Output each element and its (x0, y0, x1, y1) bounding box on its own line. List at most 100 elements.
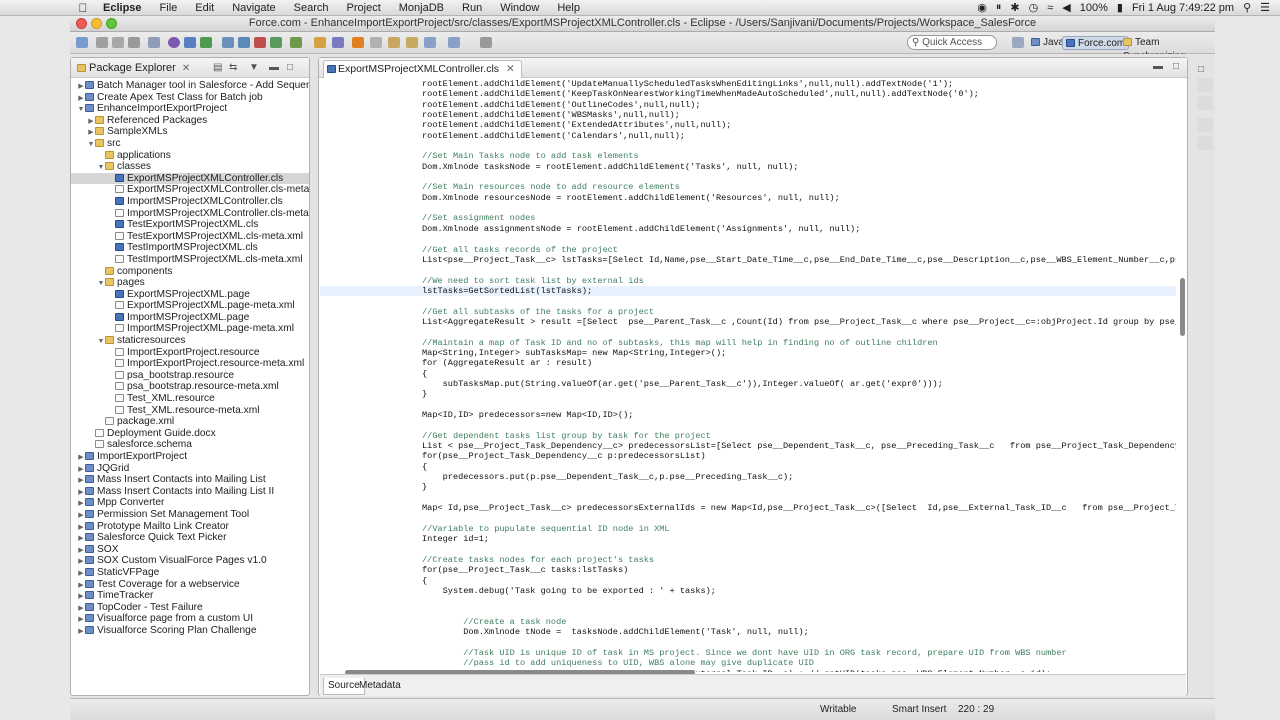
editor-tab-exportmsprojectxmlcontroller[interactable]: ExportMSProjectXMLController.cls ✕ (323, 60, 522, 78)
tree-item[interactable]: ▶ Referenced Packages (71, 115, 309, 127)
menu-search[interactable]: Search (285, 0, 338, 16)
code-line[interactable]: //Create a task node (320, 617, 1176, 627)
battery-percent[interactable]: 100% (1080, 2, 1108, 14)
twisty-expanded-icon[interactable]: ▼ (97, 278, 105, 289)
twisty-collapsed-icon[interactable]: ▶ (77, 93, 85, 104)
tree-item[interactable]: ExportMSProjectXMLController.cls (71, 172, 309, 185)
tree-item[interactable]: Test_XML.resource (71, 393, 309, 405)
tree-item[interactable]: Deployment Guide.docx (71, 428, 309, 440)
notification-center-icon[interactable]: ☰ (1260, 1, 1270, 14)
maximize-editor-icon[interactable]: □ (1173, 61, 1179, 72)
tree-item[interactable]: ▶ JQGrid (71, 463, 309, 475)
tree-item[interactable]: TestExportMSProjectXML.cls-meta.xml (71, 231, 309, 243)
problems-view-icon[interactable] (1197, 118, 1213, 132)
tree-item[interactable]: ▼ staticresources (71, 335, 309, 347)
code-line[interactable]: } (320, 482, 1176, 492)
close-view-icon[interactable]: ✕ (182, 63, 190, 74)
menu-run[interactable]: Run (453, 0, 491, 16)
code-line[interactable]: for(pse__Project_Task__c tasks:lstTasks) (320, 565, 1176, 575)
zoom-window-button[interactable] (106, 18, 117, 29)
tab-metadata[interactable]: Metadata (355, 678, 405, 695)
menu-project[interactable]: Project (338, 0, 390, 16)
twisty-collapsed-icon[interactable]: ▶ (77, 556, 85, 567)
search-icon[interactable] (332, 37, 344, 48)
code-line[interactable] (320, 327, 1176, 337)
code-line[interactable] (320, 544, 1176, 554)
outline-view-icon[interactable] (1197, 78, 1213, 92)
code-line[interactable]: predecessors.put(p.pse__Dependent_Task__… (320, 472, 1176, 482)
twisty-collapsed-icon[interactable]: ▶ (77, 464, 85, 475)
twisty-collapsed-icon[interactable]: ▶ (77, 487, 85, 498)
twisty-collapsed-icon[interactable]: ▶ (77, 545, 85, 556)
twisty-collapsed-icon[interactable]: ▶ (77, 475, 85, 486)
spotlight-icon[interactable]: ⚲ (1243, 1, 1251, 14)
record-icon[interactable]: ◉ (977, 1, 987, 14)
tree-item[interactable]: ▶ Prototype Mailto Link Creator (71, 521, 309, 533)
time-machine-icon[interactable]: ◷ (1029, 1, 1039, 14)
tree-item[interactable]: psa_bootstrap.resource-meta.xml (71, 381, 309, 393)
tree-item[interactable]: ▶ Mass Insert Contacts into Mailing List … (71, 486, 309, 498)
menu-navigate[interactable]: Navigate (223, 0, 284, 16)
code-line[interactable]: Map<String,Integer> subTasksMap= new Map… (320, 348, 1176, 358)
new-apex-class-icon[interactable] (254, 37, 266, 48)
console-view-icon[interactable] (1197, 136, 1213, 150)
code-line[interactable] (320, 400, 1176, 410)
code-line[interactable]: { (320, 576, 1176, 586)
code-line[interactable]: List < pse__Project_Task_Dependency__c> … (320, 441, 1176, 451)
tree-item[interactable]: package.xml (71, 416, 309, 428)
twisty-collapsed-icon[interactable]: ▶ (87, 127, 95, 138)
code-line[interactable]: rootElement.addChildElement('WBSMasks',n… (320, 110, 1176, 120)
tree-item[interactable]: ExportMSProjectXMLController.cls-meta.xm… (71, 184, 309, 196)
menubar-clock[interactable]: Fri 1 Aug 7:49:22 pm (1132, 2, 1234, 14)
task-list-view-icon[interactable] (1197, 96, 1213, 110)
code-line[interactable]: //Set Main Tasks node to add task elemen… (320, 151, 1176, 161)
tree-item[interactable]: ExportMSProjectXML.page-meta.xml (71, 300, 309, 312)
tree-item[interactable]: ▶ Test Coverage for a webservice (71, 579, 309, 591)
open-perspective-icon[interactable] (1012, 37, 1024, 48)
code-line[interactable]: rootElement.addChildElement('OutlineCode… (320, 100, 1176, 110)
code-line[interactable]: Dom.Xmlnode resourcesNode = rootElement.… (320, 193, 1176, 203)
restore-icon[interactable]: □ (1198, 64, 1204, 75)
code-line[interactable]: Dom.Xmlnode tasksNode = rootElement.addC… (320, 162, 1176, 172)
next-annotation-icon[interactable] (388, 37, 400, 48)
code-line[interactable]: rootElement.addChildElement('Calendars',… (320, 131, 1176, 141)
twisty-expanded-icon[interactable]: ▼ (77, 104, 85, 115)
tree-item[interactable]: salesforce.schema (71, 439, 309, 451)
save-all-icon[interactable] (112, 37, 124, 48)
tree-item[interactable]: ▶ StaticVFPage (71, 567, 309, 579)
menu-window[interactable]: Window (491, 0, 548, 16)
twisty-collapsed-icon[interactable]: ▶ (77, 626, 85, 637)
code-line[interactable] (320, 296, 1176, 306)
code-line[interactable] (320, 638, 1176, 648)
code-line[interactable] (320, 203, 1176, 213)
tree-item[interactable]: TestImportMSProjectXML.cls (71, 242, 309, 254)
tree-item[interactable]: TestImportMSProjectXML.cls-meta.xml (71, 254, 309, 266)
tree-item[interactable]: ▶ TimeTracker (71, 590, 309, 602)
tree-item[interactable]: ▼ classes (71, 161, 309, 173)
twisty-expanded-icon[interactable]: ▼ (97, 162, 105, 173)
show-whitespace-icon[interactable] (370, 37, 382, 48)
code-line[interactable]: rootElement.addChildElement('KeepTaskOnN… (320, 89, 1176, 99)
tree-item[interactable]: ▶ Batch Manager tool in Salesforce - Add … (71, 80, 309, 92)
code-line[interactable] (320, 141, 1176, 151)
code-line[interactable]: Dom.Xmlnode assignmentsNode = rootElemen… (320, 224, 1176, 234)
tree-item[interactable]: ImportMSProjectXMLController.cls (71, 196, 309, 208)
code-line[interactable]: //Create tasks nodes for each project's … (320, 555, 1176, 565)
tree-item[interactable]: ImportMSProjectXML.page-meta.xml (71, 323, 309, 335)
code-line[interactable] (320, 513, 1176, 523)
code-line[interactable]: //Get all subtasks of the tasks for a pr… (320, 307, 1176, 317)
code-line[interactable]: subTasksMap.put(String.valueOf(ar.get('p… (320, 379, 1176, 389)
twisty-collapsed-icon[interactable]: ▶ (77, 591, 85, 602)
forward-icon[interactable] (448, 37, 460, 48)
new-package-icon[interactable] (238, 37, 250, 48)
view-menu-icon[interactable]: ▼ (249, 58, 259, 78)
code-line[interactable]: } (320, 389, 1176, 399)
twisty-expanded-icon[interactable]: ▼ (97, 336, 105, 347)
code-line[interactable]: Dom.Xmlnode tNode = tasksNode.addChildEl… (320, 627, 1176, 637)
tree-item[interactable]: ImportMSProjectXMLController.cls-meta.xm… (71, 208, 309, 220)
minimize-view-icon[interactable]: ▬ (269, 58, 279, 78)
twisty-collapsed-icon[interactable]: ▶ (77, 614, 85, 625)
apple-menu-icon[interactable]:  (72, 1, 94, 15)
code-line[interactable]: rootElement.addChildElement('ExtendedAtt… (320, 120, 1176, 130)
tree-item[interactable]: ▶ Mpp Converter (71, 497, 309, 509)
